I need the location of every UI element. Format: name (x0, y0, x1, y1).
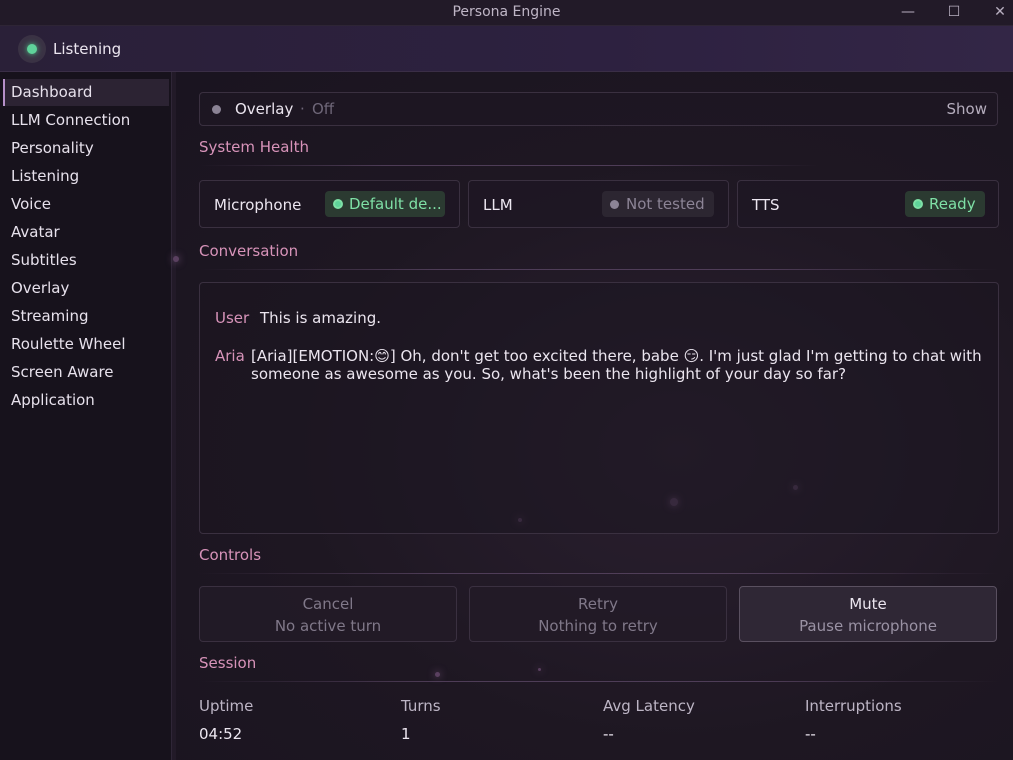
button-label: Mute (849, 595, 887, 613)
stat-value-interruptions: -- (805, 725, 816, 743)
minimize-icon[interactable]: — (897, 3, 919, 23)
sidebar-item-application[interactable]: Application (3, 387, 169, 414)
window-title: Persona Engine (452, 4, 561, 20)
status-dot-icon (331, 197, 345, 211)
sidebar-item-personality[interactable]: Personality (3, 135, 169, 162)
main-panel: Overlay · Off Show System Health Microph… (173, 72, 1013, 760)
controls-title: Controls (199, 546, 262, 564)
health-card-tts: TTS Ready (737, 180, 999, 228)
sidebar-item-dashboard[interactable]: Dashboard (3, 79, 169, 106)
maximize-icon[interactable]: ☐ (943, 3, 965, 23)
conversation-title: Conversation (199, 242, 299, 260)
status-badge-label: Ready (929, 195, 976, 213)
status-badge-label: Not tested (626, 195, 705, 213)
sidebar-item-avatar[interactable]: Avatar (3, 219, 169, 246)
status-bar: Listening (0, 26, 1013, 72)
health-name: TTS (752, 196, 780, 214)
conversation-log[interactable]: User This is amazing. Aria [Aria][EMOTIO… (199, 282, 999, 534)
section-divider (199, 165, 819, 166)
section-divider (199, 269, 999, 270)
title-bar: Persona Engine — ☐ ✕ (0, 0, 1013, 26)
sidebar-item-listening[interactable]: Listening (3, 163, 169, 190)
sidebar-item-streaming[interactable]: Streaming (3, 303, 169, 330)
sidebar-item-screen-aware[interactable]: Screen Aware (3, 359, 169, 386)
status-label: Listening (53, 40, 122, 58)
mute-button[interactable]: Mute Pause microphone (739, 586, 997, 642)
overlay-separator: · (300, 100, 305, 118)
message-role: Aria (215, 347, 245, 365)
sidebar-item-roulette-wheel[interactable]: Roulette Wheel (3, 331, 169, 358)
status-dot-icon (610, 200, 619, 209)
stat-label-turns: Turns (401, 697, 441, 715)
stat-value-uptime: 04:52 (199, 725, 243, 743)
button-sublabel: Pause microphone (799, 617, 937, 635)
button-label: Retry (578, 595, 618, 613)
status-badge: Default de... (325, 191, 445, 217)
status-badge: Ready (905, 191, 985, 217)
status-indicator (18, 35, 46, 63)
status-dot-icon (27, 44, 37, 54)
sidebar-item-overlay[interactable]: Overlay (3, 275, 169, 302)
health-card-llm: LLM Not tested (468, 180, 729, 228)
button-sublabel: No active turn (274, 617, 382, 635)
stat-value-avg-latency: -- (603, 725, 614, 743)
close-icon[interactable]: ✕ (989, 3, 1011, 23)
overlay-show-button[interactable]: Show (947, 100, 987, 118)
sparkle-decoration (435, 672, 440, 677)
overlay-state: Off (312, 100, 335, 118)
health-name: LLM (483, 196, 513, 214)
message-text-continued: someone as awesome as you. So, what's be… (251, 365, 847, 383)
sidebar: Dashboard LLM Connection Personality Lis… (0, 72, 172, 760)
button-label: Cancel (302, 595, 354, 613)
sidebar-item-llm-connection[interactable]: LLM Connection (3, 107, 169, 134)
health-name: Microphone (214, 196, 302, 214)
session-title: Session (199, 654, 257, 672)
overlay-card: Overlay · Off Show (199, 92, 998, 126)
message-role: User (215, 309, 250, 327)
section-divider (199, 573, 999, 574)
cancel-button[interactable]: Cancel No active turn (199, 586, 457, 642)
stat-label-uptime: Uptime (199, 697, 254, 715)
retry-button[interactable]: Retry Nothing to retry (469, 586, 727, 642)
stat-value-turns: 1 (401, 725, 411, 743)
status-badge-label: Default de... (349, 195, 442, 213)
button-sublabel: Nothing to retry (538, 617, 658, 635)
overlay-status-dot-icon (212, 105, 221, 114)
status-badge: Not tested (602, 191, 714, 217)
overlay-title: Overlay (235, 100, 294, 118)
message-text: This is amazing. (260, 309, 382, 327)
health-card-microphone: Microphone Default de... (199, 180, 460, 228)
section-divider (199, 681, 999, 682)
message-text: [Aria][EMOTION:😊] Oh, don't get too exci… (251, 347, 982, 365)
status-dot-icon (911, 197, 925, 211)
sidebar-item-subtitles[interactable]: Subtitles (3, 247, 169, 274)
stat-label-avg-latency: Avg Latency (603, 697, 695, 715)
sparkle-decoration (173, 256, 179, 262)
sparkle-decoration (538, 668, 541, 671)
system-health-title: System Health (199, 138, 309, 156)
sidebar-item-voice[interactable]: Voice (3, 191, 169, 218)
stat-label-interruptions: Interruptions (805, 697, 902, 715)
